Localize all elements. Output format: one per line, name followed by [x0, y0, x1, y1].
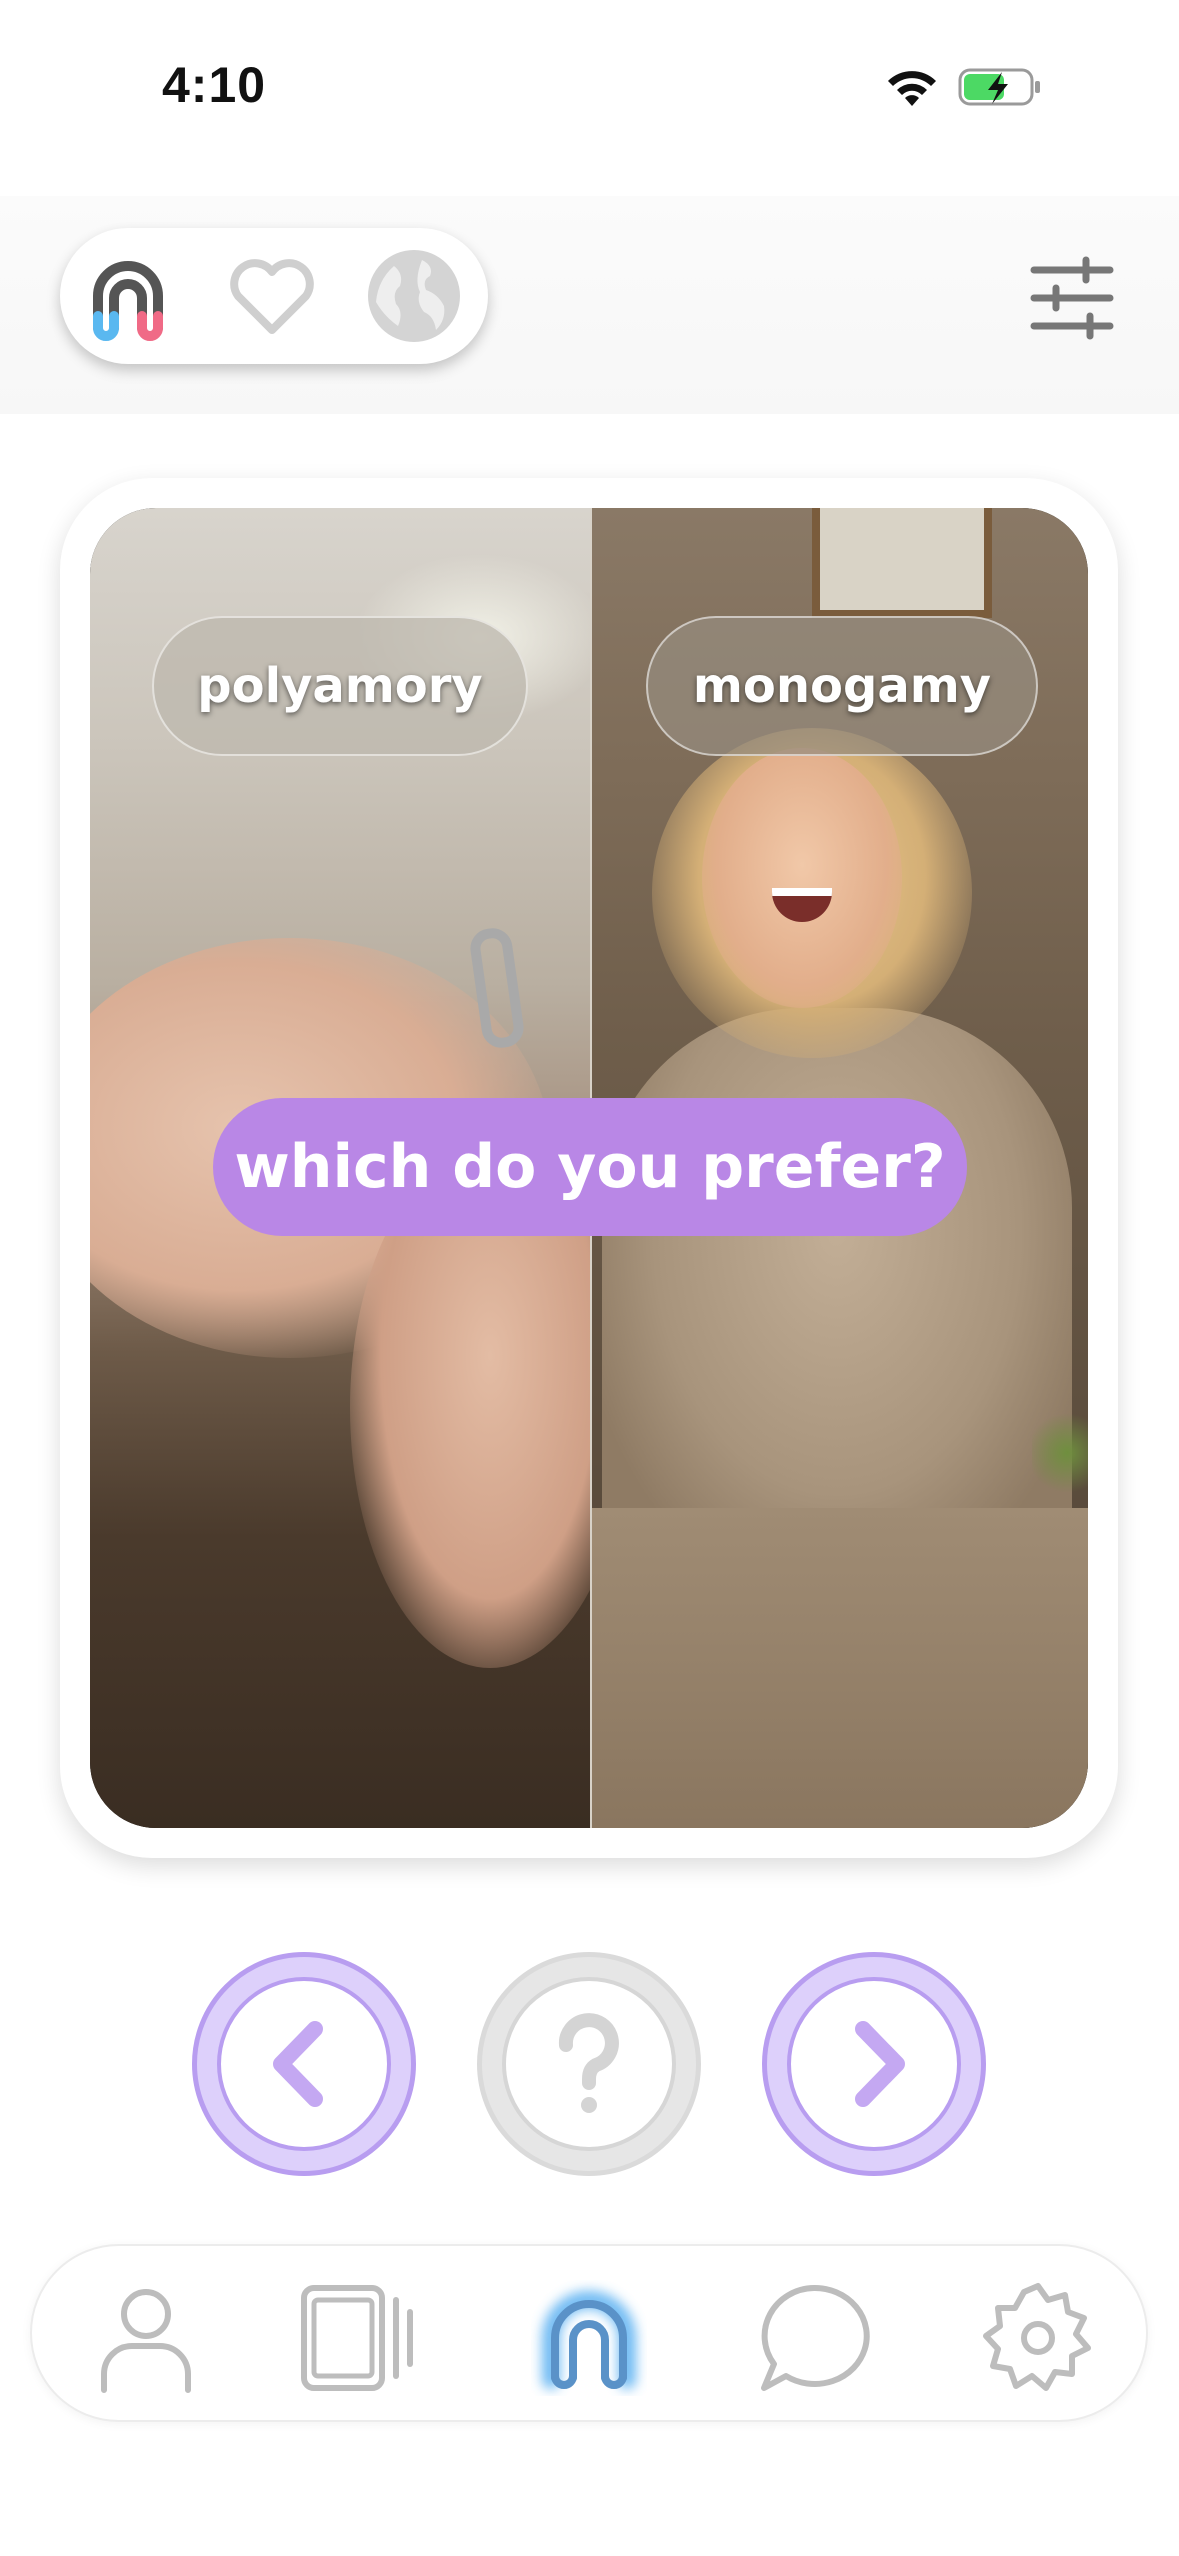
photo-body [602, 1008, 1072, 1568]
status-bar: 4:10 [0, 0, 1179, 180]
photo-face [702, 748, 902, 1008]
sliders-icon[interactable] [1030, 256, 1114, 340]
question-card: polyamory monogamy which do you prefer? [60, 478, 1118, 1858]
profile-icon[interactable] [88, 2280, 204, 2396]
photo-plant [1032, 1408, 1088, 1498]
photo-wall-frame [812, 508, 992, 618]
battery-charging-icon [958, 68, 1040, 106]
question-icon [558, 2013, 619, 2113]
globe-icon[interactable] [364, 246, 464, 346]
video-cards-icon[interactable] [300, 2280, 416, 2396]
previous-button[interactable] [192, 1952, 416, 2176]
question-prompt: which do you prefer? [213, 1098, 967, 1236]
wifi-icon [888, 71, 936, 106]
chat-bubble-icon[interactable] [756, 2280, 872, 2396]
settings-gear-icon[interactable] [980, 2280, 1096, 2396]
status-time: 4:10 [162, 57, 267, 113]
chevron-right-icon [855, 2021, 905, 2107]
left-option-label[interactable]: polyamory [152, 616, 528, 756]
heart-icon[interactable] [222, 246, 322, 346]
next-button[interactable] [762, 1952, 986, 2176]
help-button[interactable] [477, 1952, 701, 2176]
app-logo-icon[interactable] [78, 246, 178, 346]
right-option-label[interactable]: monogamy [646, 616, 1038, 756]
app-logo-icon[interactable] [531, 2280, 647, 2396]
mode-switcher [60, 228, 488, 364]
photo-legs [592, 1508, 1088, 1828]
chevron-left-icon [273, 2021, 323, 2107]
